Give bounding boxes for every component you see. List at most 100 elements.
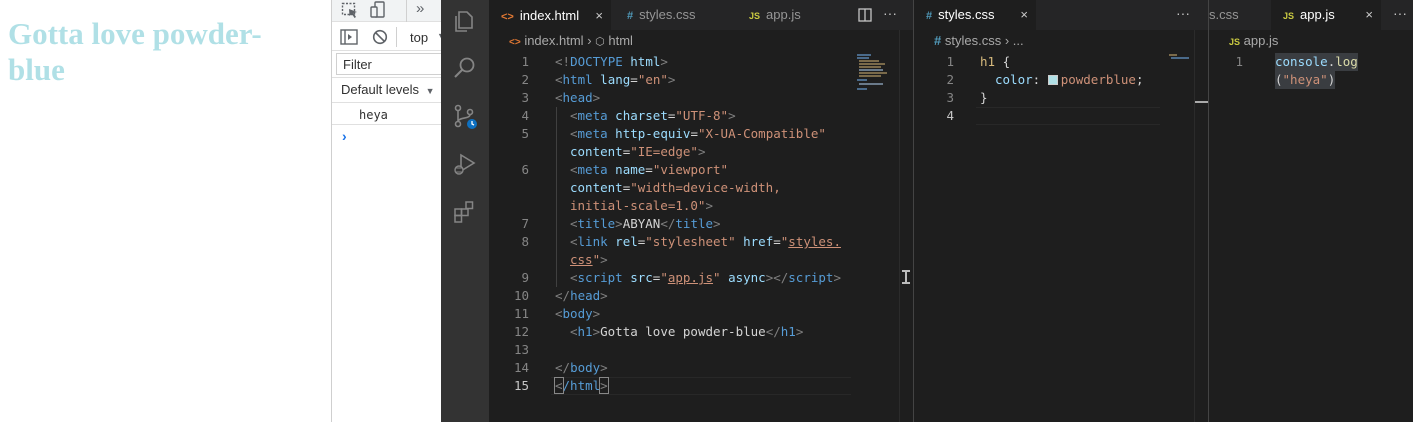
code-line[interactable]: <head>: [555, 89, 600, 107]
code-line-wrapped[interactable]: content="width=device-width,: [570, 179, 781, 197]
line-number: 1: [946, 54, 954, 69]
tab-styles-css[interactable]: # styles.css: [615, 0, 733, 30]
breadcrumb: <> index.html › ⬡ html: [509, 33, 633, 48]
code-line[interactable]: console.log: [1275, 53, 1358, 71]
breadcrumb-node[interactable]: ...: [1013, 33, 1024, 48]
html-file-icon: <>: [501, 11, 514, 23]
js-file-icon: JS: [1283, 11, 1295, 21]
caret-down-icon: ▼: [425, 86, 435, 96]
split-editor-icon[interactable]: [858, 8, 872, 22]
line-number: 1: [521, 54, 529, 69]
css-file-icon: #: [934, 33, 942, 48]
line-number: 3: [521, 90, 529, 105]
close-tab-icon[interactable]: ×: [1365, 0, 1373, 30]
code-line[interactable]: color: powderblue;: [995, 71, 1144, 89]
console-sidebar-icon[interactable]: [340, 29, 358, 45]
html-file-icon: <>: [509, 37, 521, 48]
console-filter-input[interactable]: Filter: [336, 53, 441, 75]
line-number: 7: [521, 216, 529, 231]
code-line-current[interactable]: </html>: [554, 377, 609, 395]
line-number: 14: [513, 360, 529, 375]
breadcrumb: # styles.css › ...: [934, 33, 1024, 48]
line-number: 5: [521, 126, 529, 141]
css-file-icon: #: [926, 10, 933, 22]
code-line[interactable]: <h1>Gotta love powder-blue</h1>: [570, 323, 803, 341]
line-number: 11: [513, 306, 529, 321]
close-tab-icon[interactable]: ×: [595, 1, 603, 31]
tab-styles-css-partial[interactable]: s.css: [1209, 0, 1271, 30]
breadcrumb-node[interactable]: html: [608, 33, 633, 48]
device-toolbar-icon[interactable]: [370, 1, 388, 19]
minimap[interactable]: [857, 52, 901, 96]
line-number-current: 15: [513, 378, 529, 393]
explorer-icon[interactable]: [452, 8, 478, 34]
tab-index-html[interactable]: <> index.html ×: [489, 0, 611, 30]
editor-group-html: <> index.html × # styles.css JS app.js ··· …: [489, 0, 913, 422]
code-line[interactable]: <script src="app.js" async></script>: [570, 269, 841, 287]
code-line-wrapped[interactable]: css">: [570, 251, 608, 269]
clear-console-icon[interactable]: [372, 29, 388, 45]
source-control-icon[interactable]: [452, 103, 478, 129]
code-line[interactable]: <meta charset="UTF-8">: [570, 107, 736, 125]
inspect-element-icon[interactable]: [341, 2, 359, 19]
line-number: 2: [946, 72, 954, 87]
js-file-icon: JS: [1229, 37, 1241, 47]
search-icon[interactable]: [452, 55, 478, 81]
breadcrumb-file[interactable]: styles.css: [945, 33, 1001, 48]
extensions-icon[interactable]: [452, 199, 478, 225]
code-line[interactable]: </body>: [555, 359, 608, 377]
tab-label: styles.css: [938, 7, 995, 22]
color-swatch[interactable]: [1047, 75, 1058, 85]
console-toolbar: top ▼: [332, 23, 441, 51]
code-line-wrapped[interactable]: ("heya"): [1275, 71, 1336, 89]
editor-group-js: s.css JS app.js × ··· JS app.js 1 console…: [1209, 0, 1413, 422]
line-number: 2: [521, 72, 529, 87]
activity-bar: [441, 0, 489, 422]
editor-tabs: s.css JS app.js × ···: [1209, 0, 1413, 30]
code-line[interactable]: <!DOCTYPE html>: [555, 53, 668, 71]
code-line[interactable]: <html lang="en">: [555, 71, 675, 89]
console-prompt-icon[interactable]: ›: [342, 128, 347, 144]
tab-app-js[interactable]: JS app.js: [737, 0, 837, 30]
code-line[interactable]: h1 {: [980, 53, 1010, 71]
close-tab-icon[interactable]: ×: [1020, 0, 1028, 30]
code-line[interactable]: }: [980, 89, 988, 107]
more-actions-icon[interactable]: ···: [1393, 5, 1407, 21]
code-line[interactable]: <meta name="viewport": [570, 161, 728, 179]
editor-tabs: # styles.css × ···: [914, 0, 1208, 30]
breadcrumb-file[interactable]: app.js: [1244, 33, 1279, 48]
editor-tabs: <> index.html × # styles.css JS app.js ···: [489, 0, 913, 30]
line-number: 4: [521, 108, 529, 123]
code-line[interactable]: <body>: [555, 305, 600, 323]
code-line[interactable]: <meta http-equiv="X-UA-Compatible": [570, 125, 826, 143]
text-cursor-icon: [902, 270, 910, 284]
browser-viewport: Gotta love powder-blue: [0, 0, 331, 422]
line-number: 3: [946, 90, 954, 105]
line-number: 6: [521, 162, 529, 177]
current-line-highlight: [976, 107, 1160, 125]
line-number: 8: [521, 234, 529, 249]
log-levels-dropdown[interactable]: Default levels ▼: [341, 82, 435, 97]
css-file-icon: #: [627, 10, 634, 22]
code-line[interactable]: </head>: [555, 287, 608, 305]
line-number: 9: [521, 270, 529, 285]
context-selector[interactable]: top: [410, 30, 428, 45]
breadcrumb: JS app.js: [1229, 33, 1278, 48]
js-file-icon: JS: [749, 11, 761, 21]
run-debug-icon[interactable]: [452, 151, 478, 177]
tab-styles-css[interactable]: # styles.css ×: [914, 0, 1036, 30]
indent-guide: [556, 107, 557, 287]
tab-app-js[interactable]: JS app.js ×: [1271, 0, 1381, 30]
code-line-wrapped[interactable]: initial-scale=1.0">: [570, 197, 713, 215]
more-tabs-icon[interactable]: »: [416, 0, 424, 17]
more-actions-icon[interactable]: ···: [1176, 5, 1190, 21]
code-line[interactable]: <title>ABYAN</title>: [570, 215, 721, 233]
breadcrumb-file[interactable]: index.html: [524, 33, 583, 48]
devtools-panel: » top ▼ Filter Default levels ▼ heya ›: [331, 0, 441, 422]
code-line-wrapped[interactable]: content="IE=edge">: [570, 143, 705, 161]
log-levels-label: Default levels: [341, 82, 420, 97]
code-line[interactable]: <link rel="stylesheet" href="styles.: [570, 233, 841, 251]
minimap[interactable]: [1169, 54, 1193, 62]
more-actions-icon[interactable]: ···: [883, 5, 897, 21]
line-number: 13: [513, 342, 529, 357]
